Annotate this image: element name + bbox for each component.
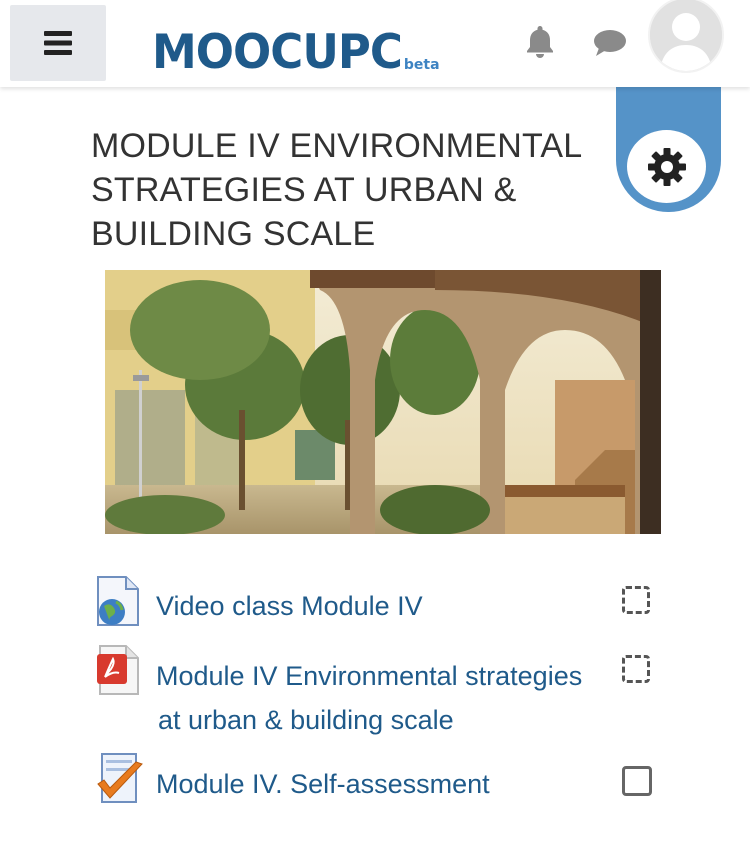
quiz-check-icon — [97, 753, 143, 803]
site-logo[interactable]: MOOCUPC beta — [152, 14, 440, 80]
logo-beta: beta — [403, 57, 440, 73]
page-title: MODULE IV ENVIRONMENTAL STRATEGIES AT UR… — [91, 127, 582, 253]
activity-item: Video class Module IV — [0, 570, 750, 630]
logo-text: MOOCUPC — [152, 23, 403, 80]
activity-link-pdf-line1[interactable]: Module IV Environmental strategies — [156, 654, 582, 698]
completion-checkbox[interactable] — [622, 586, 650, 614]
url-globe-icon — [97, 576, 139, 626]
activity-link-self-assessment[interactable]: Module IV. Self-assessment — [156, 762, 490, 806]
menu-button[interactable] — [10, 5, 106, 81]
activity-item: Module IV Environmental strategies at ur… — [0, 640, 750, 740]
module-image — [105, 270, 661, 534]
activity-item: Module IV. Self-assessment — [0, 748, 750, 808]
hamburger-menu-icon — [44, 31, 72, 55]
user-silhouette-icon — [650, 0, 722, 71]
gear-icon — [647, 147, 686, 186]
settings-tab — [616, 87, 721, 212]
chat-bubble-icon[interactable] — [592, 28, 628, 58]
activity-link-video-class[interactable]: Video class Module IV — [156, 584, 423, 628]
pdf-file-icon — [97, 645, 139, 695]
settings-button[interactable] — [627, 130, 706, 203]
completion-checkbox[interactable] — [622, 766, 652, 796]
bell-icon[interactable] — [524, 24, 556, 58]
activity-link-pdf-line2[interactable]: at urban & building scale — [158, 698, 454, 742]
navbar: MOOCUPC beta — [0, 0, 750, 87]
completion-checkbox[interactable] — [622, 655, 650, 683]
user-avatar[interactable] — [648, 0, 724, 73]
